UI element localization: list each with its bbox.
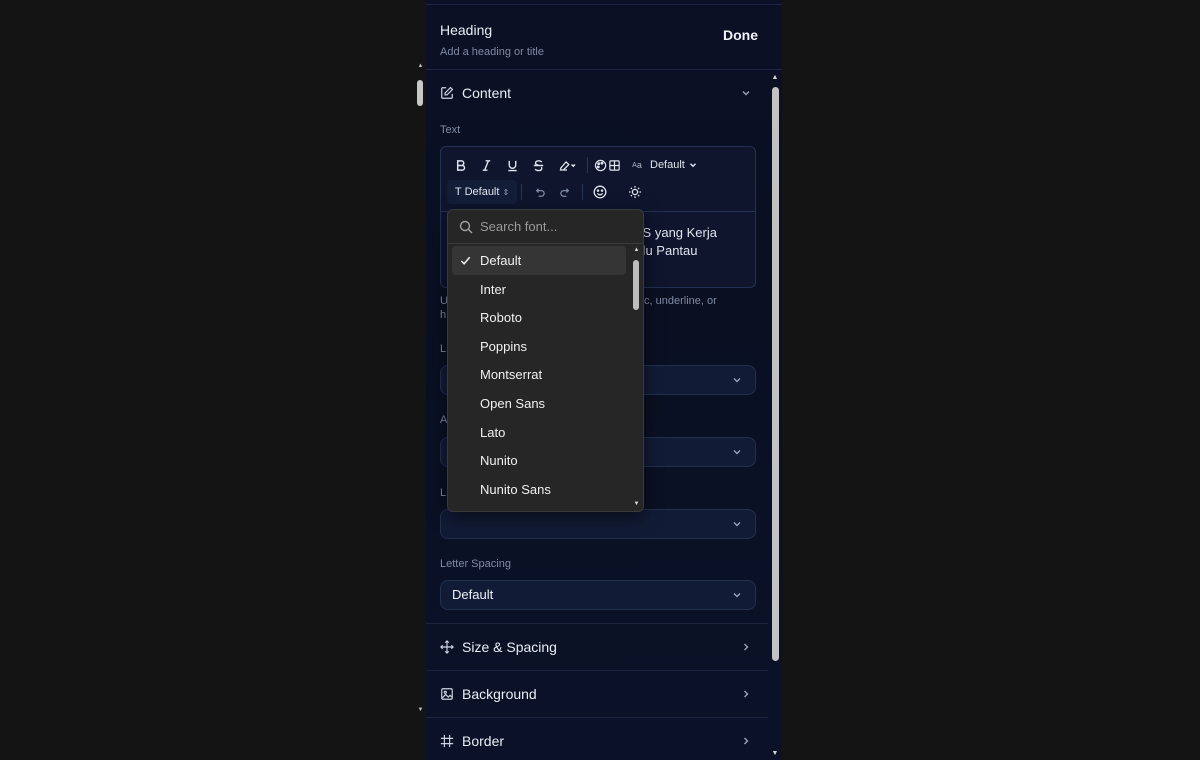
dropdown-scrollbar[interactable]: ▲ ▼ xyxy=(632,244,641,510)
font-option-label: Open Sans xyxy=(480,395,546,411)
text-field-label: Text xyxy=(440,124,461,136)
font-option-default[interactable]: Default xyxy=(452,246,626,275)
background-section-header[interactable]: Background xyxy=(426,671,768,717)
letter-spacing-label: Letter Spacing xyxy=(440,558,511,570)
size-spacing-label: Size & Spacing xyxy=(462,639,557,655)
chevron-down-icon xyxy=(733,450,741,455)
panel-scrollbar[interactable]: ▲ ▼ xyxy=(770,71,780,760)
redo-button[interactable] xyxy=(552,179,578,205)
font-option-open-sans[interactable]: Open Sans xyxy=(452,389,626,418)
chevron-down-icon xyxy=(689,163,696,168)
scroll-up-arrow[interactable]: ▲ xyxy=(632,246,641,254)
font-option-nunito-sans[interactable]: Nunito Sans xyxy=(452,475,626,504)
font-option-roboto[interactable]: Roboto xyxy=(452,303,626,332)
edit-icon xyxy=(441,86,454,99)
sun-icon[interactable] xyxy=(622,179,648,205)
scroll-thumb[interactable] xyxy=(417,80,423,106)
chevron-down-icon xyxy=(733,593,741,598)
font-option-label: Nunito xyxy=(480,453,518,469)
toolbar-separator xyxy=(587,157,588,173)
chevron-down-icon xyxy=(733,378,741,383)
font-family-select[interactable]: T Default ⇕ xyxy=(447,180,517,204)
search-icon xyxy=(459,220,473,234)
content-section-label: Content xyxy=(462,85,512,101)
field-label-1: L xyxy=(440,343,447,355)
select-3[interactable] xyxy=(440,509,756,539)
chevron-right-icon xyxy=(744,690,749,698)
letter-spacing-value: Default xyxy=(452,587,494,602)
font-family-dropdown: Search font... Default Inter Roboto Popp… xyxy=(447,209,644,512)
font-option-inter[interactable]: Inter xyxy=(452,275,626,304)
font-size-icon[interactable]: Aa xyxy=(624,152,650,178)
font-search[interactable]: Search font... xyxy=(448,210,643,244)
content-section-header[interactable]: Content xyxy=(426,70,768,116)
panel-header: Heading Add a heading or title Done xyxy=(426,5,782,70)
check-icon xyxy=(460,256,471,265)
font-size-value: Default xyxy=(650,159,685,171)
font-option-label: Poppins xyxy=(480,338,527,354)
toolbar-row-2: T Default ⇕ xyxy=(447,179,648,205)
font-search-input[interactable]: Search font... xyxy=(480,219,557,234)
font-option-label: Lato xyxy=(480,424,506,440)
border-label: Border xyxy=(462,733,505,749)
font-option-label: Inter xyxy=(480,281,507,297)
underline-button[interactable] xyxy=(499,152,525,178)
toolbar-separator xyxy=(521,184,522,200)
scroll-thumb[interactable] xyxy=(633,260,639,310)
highlight-button[interactable] xyxy=(551,152,583,178)
letter-spacing-select[interactable]: Default xyxy=(440,580,756,610)
font-option-nunito[interactable]: Nunito xyxy=(452,446,626,475)
field-label-3: L xyxy=(440,487,447,499)
background-label: Background xyxy=(462,686,537,702)
panel-subtitle: Add a heading or title xyxy=(440,46,544,58)
font-size-select[interactable]: Default xyxy=(650,159,698,171)
scroll-up-arrow[interactable]: ▲ xyxy=(416,62,425,70)
font-option-label: Nunito Sans xyxy=(480,481,551,497)
font-option-lato[interactable]: Lato xyxy=(452,418,626,447)
emoji-button[interactable] xyxy=(587,179,613,205)
chevron-up-down-icon: ⇕ xyxy=(502,187,510,197)
scroll-down-arrow[interactable]: ▼ xyxy=(416,706,425,714)
strikethrough-button[interactable] xyxy=(525,152,551,178)
help-text-fragment: c, underline, or xyxy=(644,295,717,307)
font-option-montserrat[interactable]: Montserrat xyxy=(452,360,626,389)
type-icon: T xyxy=(454,186,462,198)
font-family-value: Default xyxy=(464,186,500,198)
scroll-down-arrow[interactable]: ▼ xyxy=(770,749,780,758)
frame-icon xyxy=(440,734,454,748)
border-section-header[interactable]: Border xyxy=(426,718,768,760)
bold-button[interactable] xyxy=(447,152,473,178)
font-option-label: Montserrat xyxy=(480,367,543,383)
font-option-label: Roboto xyxy=(480,310,522,326)
outer-scrollbar[interactable]: ▲ ▼ xyxy=(416,62,425,714)
done-button[interactable]: Done xyxy=(723,27,758,43)
italic-button[interactable] xyxy=(473,152,499,178)
scroll-down-arrow[interactable]: ▼ xyxy=(632,500,641,508)
image-icon xyxy=(441,688,453,700)
text-color-button[interactable] xyxy=(592,152,624,178)
toolbar-separator xyxy=(582,184,583,200)
toolbar-row-1: Aa Default xyxy=(447,152,698,178)
panel-title: Heading xyxy=(440,22,493,38)
font-option-label: Default xyxy=(480,253,522,268)
chevron-down-icon xyxy=(742,91,750,96)
font-option-poppins[interactable]: Poppins xyxy=(452,332,626,361)
scroll-thumb[interactable] xyxy=(772,87,779,661)
chevron-down-icon xyxy=(733,522,741,527)
size-spacing-section-header[interactable]: Size & Spacing xyxy=(426,624,768,670)
move-icon xyxy=(440,640,454,654)
chevron-right-icon xyxy=(744,643,749,651)
scroll-up-arrow[interactable]: ▲ xyxy=(770,73,780,82)
font-options-list: Default Inter Roboto Poppins Montserrat … xyxy=(452,246,626,503)
chevron-right-icon xyxy=(744,737,749,745)
undo-button[interactable] xyxy=(526,179,552,205)
